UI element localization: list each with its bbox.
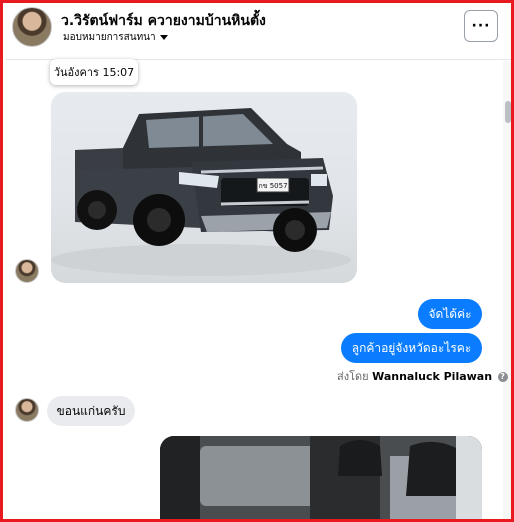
info-icon[interactable]: ? bbox=[497, 372, 508, 382]
plate-text: กข 5057 bbox=[258, 182, 287, 190]
chat-window: ว.วิรัตน์ฟาร์ม ควายงามบ้านหินตั้ง มอบหมา… bbox=[0, 0, 514, 522]
scrollbar-thumb[interactable] bbox=[505, 101, 511, 123]
incoming-message[interactable]: ขอนแก่นครับ bbox=[47, 396, 135, 426]
timestamp-tooltip: วันอังคาร 15:07 bbox=[50, 59, 138, 85]
sender-avatar[interactable] bbox=[15, 398, 39, 422]
outgoing-message[interactable]: ลูกค้าอยู่จังหวัดอะไรคะ bbox=[341, 333, 482, 363]
outgoing-message[interactable]: จัดได้ค่ะ bbox=[418, 299, 482, 329]
more-options-button[interactable]: ··· bbox=[464, 10, 498, 42]
car-interior-image bbox=[160, 436, 482, 519]
assign-conversation-label: มอบหมายการสนทนา bbox=[63, 32, 156, 43]
page-name[interactable]: ว.วิรัตน์ฟาร์ม ควายงามบ้านหินตั้ง bbox=[61, 10, 266, 32]
sent-by-name: Wannaluck Pilawan bbox=[372, 370, 493, 383]
pickup-truck-image: กข 5057 bbox=[51, 108, 351, 276]
page-avatar[interactable] bbox=[12, 7, 52, 47]
car-interior-photo[interactable] bbox=[160, 436, 482, 519]
caret-down-icon bbox=[159, 34, 168, 40]
assign-conversation-dropdown[interactable]: มอบหมายการสนทนา bbox=[63, 30, 168, 45]
sender-avatar[interactable] bbox=[15, 259, 39, 283]
car-photo[interactable]: กข 5057 bbox=[51, 92, 357, 283]
scrollbar-track[interactable] bbox=[503, 61, 511, 519]
sent-by-prefix: ส่งโดย bbox=[337, 370, 369, 383]
sent-by-label: ส่งโดย Wannaluck Pilawan ? bbox=[337, 367, 508, 385]
conversation-header: ว.วิรัตน์ฟาร์ม ควายงามบ้านหินตั้ง มอบหมา… bbox=[6, 6, 511, 60]
